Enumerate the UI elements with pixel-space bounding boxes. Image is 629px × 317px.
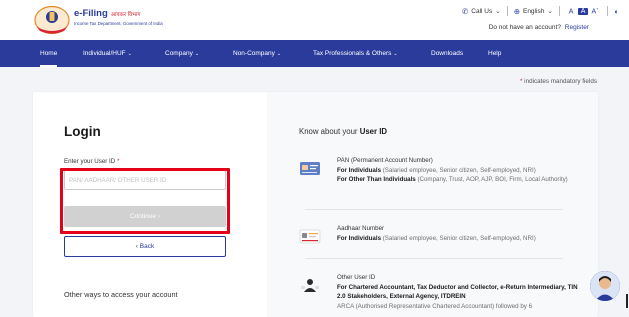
pan-card-icon <box>300 162 320 175</box>
nav-tax-professionals[interactable]: Tax Professionals & Others ⌄ <box>313 40 398 67</box>
chevron-down-icon: ⌄ <box>127 51 132 57</box>
page-title: Login <box>64 124 101 139</box>
divider <box>506 6 508 16</box>
chatbot-button[interactable] <box>590 271 620 301</box>
chevron-down-icon: ⌄ <box>393 51 398 57</box>
header-actions: ✆ Call Us ⌄ ⊕ English ⌄ A- A A+ ◐ <box>462 6 619 16</box>
user-id-input[interactable] <box>64 170 226 190</box>
chevron-down-icon: ⌄ <box>276 51 282 57</box>
continue-button[interactable]: Continue › <box>64 206 226 227</box>
login-card: Login Enter your User ID * Continue › ‹ … <box>33 92 598 317</box>
language-dropdown[interactable]: ⊕ English ⌄ <box>514 7 553 16</box>
chevron-down-icon: ⌄ <box>194 51 200 57</box>
brand-title: e-Filing आयकर विभाग <box>74 8 141 19</box>
main-nav: Home Individual/HUF ⌄ Company ⌄ Non-Compan… <box>0 40 629 67</box>
aadhaar-card-icon <box>299 229 321 244</box>
divider <box>607 6 609 16</box>
nav-home[interactable]: Home <box>40 40 58 67</box>
font-increase-button[interactable]: A+ <box>588 6 601 15</box>
chatbot-avatar-icon <box>590 271 620 301</box>
brand-subtitle: Income Tax Department, Government of Ind… <box>74 21 163 26</box>
info-text: PAN (Permanent Account Number) For Indiv… <box>337 157 568 183</box>
text-cursor <box>626 294 628 308</box>
globe-icon: ⊕ <box>513 6 520 16</box>
chevron-down-icon: ⌄ <box>495 8 501 15</box>
divider <box>305 209 563 210</box>
font-normal-button[interactable]: A <box>577 7 589 15</box>
chevron-down-icon: ⌄ <box>547 8 553 15</box>
divider <box>558 6 560 16</box>
top-header: e-Filing आयकर विभाग Income Tax Department… <box>0 0 629 40</box>
call-us-dropdown[interactable]: ✆ Call Us ⌄ <box>462 7 501 16</box>
nav-downloads[interactable]: Downloads <box>431 40 463 67</box>
other-ways-heading: Other ways to access your account <box>64 290 178 299</box>
emblem-logo-icon[interactable] <box>34 5 70 35</box>
back-button[interactable]: ‹ Back <box>64 236 226 257</box>
info-text: Other User ID For Chartered Accountant, … <box>337 274 578 310</box>
register-link[interactable]: Register <box>565 24 589 31</box>
user-id-info-pane: Know about your User ID PAN (Permanent A… <box>267 92 598 317</box>
nav-company[interactable]: Company ⌄ <box>165 40 199 67</box>
user-id-label: Enter your User ID * <box>64 158 120 165</box>
nav-non-company[interactable]: Non-Company ⌄ <box>233 40 281 67</box>
divider <box>305 258 563 259</box>
brand-block[interactable]: e-Filing आयकर विभाग Income Tax Department… <box>74 8 163 26</box>
know-user-id-heading: Know about your User ID <box>299 127 387 136</box>
font-decrease-button[interactable]: A- <box>566 6 578 15</box>
info-text: Aadhaar Number For Individuals (Salaried… <box>337 225 536 242</box>
mandatory-fields-note: * indicates mandatory fields <box>519 78 597 85</box>
contrast-icon[interactable]: ◐ <box>614 7 619 16</box>
login-pane: Login Enter your User ID * Continue › ‹ … <box>33 92 267 317</box>
other-user-id-icon <box>301 279 319 292</box>
register-prompt: Do not have an account? Register <box>488 24 589 31</box>
nav-individual-huf[interactable]: Individual/HUF ⌄ <box>83 40 132 67</box>
phone-icon: ✆ <box>461 6 469 16</box>
nav-help[interactable]: Help <box>488 40 501 67</box>
